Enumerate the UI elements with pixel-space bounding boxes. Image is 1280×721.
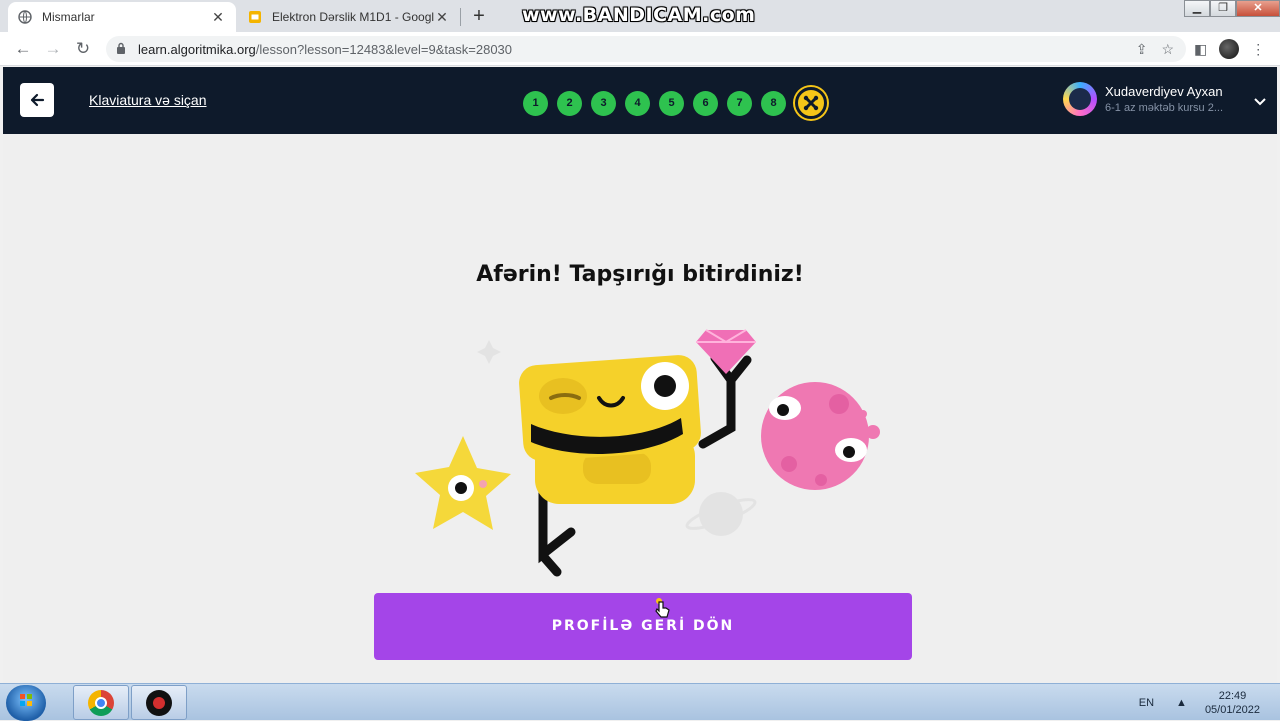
step-3[interactable]: 3 xyxy=(591,90,616,116)
window-controls: ▁ ❐ ✕ xyxy=(1184,0,1280,18)
task-steps: 1 2 3 4 5 6 7 8 xyxy=(523,87,827,119)
globe-icon xyxy=(18,10,32,24)
os-taskbar: EN ▲ 22:49 05/01/2022 xyxy=(0,683,1280,721)
profile-avatar[interactable] xyxy=(1219,39,1240,59)
tab-title: Mismarlar xyxy=(42,10,95,24)
new-tab-button[interactable]: + xyxy=(466,4,492,30)
lesson-title-link[interactable]: Klaviatura və siçan xyxy=(89,92,207,108)
chevron-down-icon[interactable] xyxy=(1253,94,1267,110)
window-close-button[interactable]: ✕ xyxy=(1236,0,1280,17)
tab-title: Elektron Dərslik M1D1 - Google S xyxy=(272,10,434,24)
taskbar-chrome[interactable] xyxy=(73,685,129,720)
lock-icon xyxy=(116,42,130,57)
completion-headline: Afərin! Tapşırığı bitirdiniz! xyxy=(476,262,804,287)
chrome-icon xyxy=(88,689,114,716)
tray-expand-icon[interactable]: ▲ xyxy=(1176,697,1187,709)
windows-logo-icon xyxy=(20,694,32,706)
bandicam-watermark: www.BANDICAM.com xyxy=(522,4,756,26)
step-6[interactable]: 6 xyxy=(693,90,718,116)
step-7[interactable]: 7 xyxy=(727,90,752,116)
avatar xyxy=(1063,82,1097,116)
app-header: Klaviatura və siçan 1 2 3 4 5 6 7 8 Xuda… xyxy=(3,67,1277,134)
step-5[interactable]: 5 xyxy=(659,90,684,116)
back-button[interactable] xyxy=(20,83,54,117)
step-final-current[interactable] xyxy=(795,87,827,119)
close-icon[interactable]: ✕ xyxy=(434,9,450,26)
step-4[interactable]: 4 xyxy=(625,90,650,116)
browser-toolbar: ← → ↻ learn.algoritmika.org/lesson?lesso… xyxy=(0,32,1280,66)
gem-icon xyxy=(696,329,756,374)
browser-tabstrip: Mismarlar ✕ Elektron Dərslik M1D1 - Goog… xyxy=(0,0,1280,32)
start-button[interactable] xyxy=(6,685,46,721)
taskbar-bandicam[interactable] xyxy=(131,685,187,720)
back-arrow-icon[interactable]: ← xyxy=(12,38,34,60)
crossed-tools-icon xyxy=(803,95,819,111)
hand-cursor-icon xyxy=(654,598,670,623)
close-icon[interactable]: ✕ xyxy=(210,9,226,26)
url-host: learn.algoritmika.org xyxy=(138,41,256,57)
celebration-illustration xyxy=(415,329,880,577)
forward-arrow-icon[interactable]: → xyxy=(42,38,64,60)
back-to-profile-button[interactable]: PROFİLƏ GERİ DÖN xyxy=(374,593,912,660)
restore-button[interactable]: ❐ xyxy=(1210,0,1236,17)
share-icon[interactable]: ⇪ xyxy=(1136,41,1148,58)
tab-divider xyxy=(460,8,461,26)
user-group: 6-1 az məktəb kursu 2... xyxy=(1105,102,1223,114)
user-profile[interactable]: Xudaverdiyev Ayxan 6-1 az məktəb kursu 2… xyxy=(1063,82,1223,116)
url-path: /lesson?lesson=12483&level=9&task=28030 xyxy=(255,41,513,57)
system-tray: EN ▲ 22:49 05/01/2022 xyxy=(1139,684,1280,721)
robot-character xyxy=(519,355,701,504)
step-1[interactable]: 1 xyxy=(523,90,548,116)
clock-date: 05/01/2022 xyxy=(1204,703,1260,716)
minimize-button[interactable]: ▁ xyxy=(1184,0,1210,17)
main-content: Afərin! Tapşırığı bitirdiniz! PROFİLƏ GE… xyxy=(3,134,1277,683)
reload-icon[interactable]: ↻ xyxy=(72,38,94,60)
star-character xyxy=(415,436,511,530)
tab-mismarlar[interactable]: Mismarlar ✕ xyxy=(8,2,236,32)
menu-kebab-icon[interactable]: ⋮ xyxy=(1251,41,1265,58)
step-2[interactable]: 2 xyxy=(557,90,582,116)
bandicam-icon xyxy=(146,689,172,716)
star-icon[interactable]: ☆ xyxy=(1161,41,1174,58)
tab-elektron-derslik[interactable]: Elektron Dərslik M1D1 - Google S ✕ xyxy=(238,2,460,32)
slides-icon xyxy=(248,10,262,24)
clock-time: 22:49 xyxy=(1218,689,1247,702)
arrow-left-icon xyxy=(30,93,45,107)
side-panel-icon[interactable]: ◧ xyxy=(1194,41,1207,58)
user-name: Xudaverdiyev Ayxan xyxy=(1105,84,1223,99)
clock[interactable]: 22:49 05/01/2022 xyxy=(1205,689,1260,717)
language-indicator[interactable]: EN xyxy=(1139,697,1154,709)
pink-planet-character xyxy=(761,382,880,490)
address-bar[interactable]: learn.algoritmika.org/lesson?lesson=1248… xyxy=(106,36,1186,62)
step-8[interactable]: 8 xyxy=(761,90,786,116)
